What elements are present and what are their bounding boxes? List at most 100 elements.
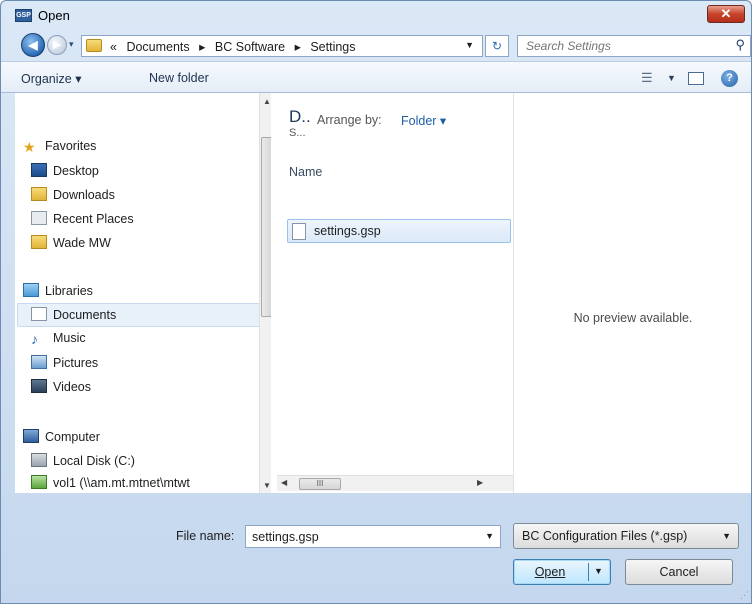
scroll-up-icon[interactable]: ▲ [263,97,271,106]
navigation-pane: ★ Favorites Desktop Downloads Recent Plac… [15,93,271,493]
arrange-by-label: Arrange by: [317,113,382,127]
sidebar-item-pictures[interactable]: Pictures [31,355,98,377]
arrange-by-dropdown[interactable]: Folder ▾ [401,113,446,128]
change-view-icon[interactable]: ☰ [641,70,653,86]
title-bar[interactable]: GSP Open ✕ [1,1,751,31]
file-type-select[interactable]: BC Configuration Files (*.gsp) ▼ [513,523,739,549]
preview-pane: No preview available. [513,93,751,493]
sidebar-item-local-disk[interactable]: Local Disk (C:) [31,453,135,475]
scroll-left-icon[interactable]: ◀ [281,478,287,487]
breadcrumb-overflow[interactable]: « [110,40,117,54]
file-type-dropdown-icon[interactable]: ▼ [722,531,731,541]
breadcrumb-documents[interactable]: Documents [126,40,189,54]
sidebar-item-label: Videos [53,380,91,394]
open-split-divider [588,563,589,581]
sidebar-item-user[interactable]: Wade MW [31,235,111,257]
view-dropdown-icon[interactable]: ▼ [667,73,676,83]
browser-body: ★ Favorites Desktop Downloads Recent Plac… [15,93,751,493]
file-name-dropdown-icon[interactable]: ▼ [485,531,494,541]
local-disk-icon [31,453,47,467]
scroll-down-icon[interactable]: ▼ [263,481,271,490]
forward-button[interactable]: ▶ [47,35,67,55]
folder-icon [86,39,102,52]
library-title: D.. [289,107,311,126]
music-icon: ♪ [31,331,38,347]
back-button[interactable]: ◀ [21,33,45,57]
breadcrumb: « Documents ▸ BC Software ▸ Settings [110,39,362,54]
sidebar-item-label: Downloads [53,188,115,202]
file-name-combobox[interactable]: ▼ [245,525,501,548]
recent-pages-dropdown[interactable]: ▾ [69,39,74,50]
recent-places-icon [31,211,47,225]
sidebar-item-desktop[interactable]: Desktop [31,163,99,185]
network-drive-icon [31,475,47,489]
open-button-label: Open [534,565,566,579]
preview-pane-icon[interactable] [688,72,704,85]
open-dialog: GSP Open ✕ ◀ ▶ ▾ « Documents ▸ BC Softwa… [0,0,752,604]
address-dropdown-icon[interactable]: ▼ [465,40,474,50]
sidebar-computer-label: Computer [45,430,100,444]
search-box[interactable]: ⚲ [517,35,751,57]
help-icon[interactable]: ? [721,70,738,87]
file-list-pane: D.. S... Arrange by: Folder ▾ Name setti… [277,93,513,493]
videos-icon [31,379,47,393]
sidebar-item-label: Local Disk (C:) [53,454,135,468]
resize-grip-icon[interactable]: ⋰ [740,590,749,601]
sidebar-item-network-drive[interactable]: vol1 (\\am.mt.mtnet\mtwt [31,475,190,493]
file-list-hscrollbar[interactable]: ◀ III ▶ [277,475,513,491]
file-type-value: BC Configuration Files (*.gsp) [522,529,688,543]
sidebar-item-videos[interactable]: Videos [31,379,91,401]
sidebar-item-label: Documents [53,308,117,322]
sidebar-item-label: Wade MW [53,236,111,250]
open-button[interactable]: Open ▼ [513,559,611,585]
column-header-name[interactable]: Name [289,165,322,179]
sidebar-computer[interactable]: Computer [23,429,100,451]
documents-icon [31,307,47,321]
close-button[interactable]: ✕ [707,5,745,23]
sidebar-item-label: Pictures [53,356,99,370]
open-dropdown-icon[interactable]: ▼ [594,566,603,576]
app-icon: GSP [15,9,32,22]
breadcrumb-separator[interactable]: ▸ [295,40,301,54]
file-row[interactable]: settings.gsp [287,219,511,243]
sidebar-item-label: Desktop [53,164,99,178]
star-icon: ★ [23,139,36,155]
file-name-input[interactable] [250,529,470,545]
downloads-folder-icon [31,187,47,201]
sidebar-item-label: Music [53,331,86,345]
sidebar-scrollbar[interactable]: ▲ ▼ [259,93,271,493]
sidebar-item-downloads[interactable]: Downloads [31,187,115,209]
sidebar-libraries[interactable]: Libraries [23,283,93,305]
breadcrumb-settings[interactable]: Settings [310,40,355,54]
breadcrumb-separator[interactable]: ▸ [199,40,205,54]
sidebar-item-recent-places[interactable]: Recent Places [31,211,134,233]
user-folder-icon [31,235,47,249]
sidebar-item-documents[interactable]: Documents [31,307,116,329]
file-name: settings.gsp [314,224,381,238]
scroll-right-icon[interactable]: ▶ [477,478,483,487]
sidebar-item-music[interactable]: ♪ Music [31,331,86,353]
refresh-button[interactable]: ↻ [485,35,509,57]
sidebar-favorites-label: Favorites [45,139,97,153]
pictures-icon [31,355,47,369]
search-icon[interactable]: ⚲ [735,37,745,53]
sidebar-item-label: Recent Places [53,212,134,226]
new-folder-button[interactable]: New folder [149,71,209,85]
cancel-button[interactable]: Cancel [625,559,733,585]
file-icon [292,223,306,240]
breadcrumb-bc-software[interactable]: BC Software [215,40,285,54]
file-list-scroll-thumb[interactable]: III [299,478,341,490]
computer-icon [23,429,39,443]
address-bar[interactable]: « Documents ▸ BC Software ▸ Settings ▼ [81,35,483,57]
desktop-icon [31,163,47,177]
organize-button[interactable]: Organize ▾ [21,71,81,86]
file-name-label: File name: [176,529,234,543]
sidebar-favorites[interactable]: ★ Favorites [23,139,96,161]
libraries-icon [23,283,39,297]
library-subtitle: S... [289,127,306,139]
sidebar-libraries-label: Libraries [45,284,93,298]
file-name-label-text: File name: [176,529,235,543]
sidebar-scroll-thumb[interactable] [261,137,271,317]
search-input[interactable] [524,38,724,54]
command-bar: Organize ▾ New folder ☰ ▼ ? [1,61,751,93]
